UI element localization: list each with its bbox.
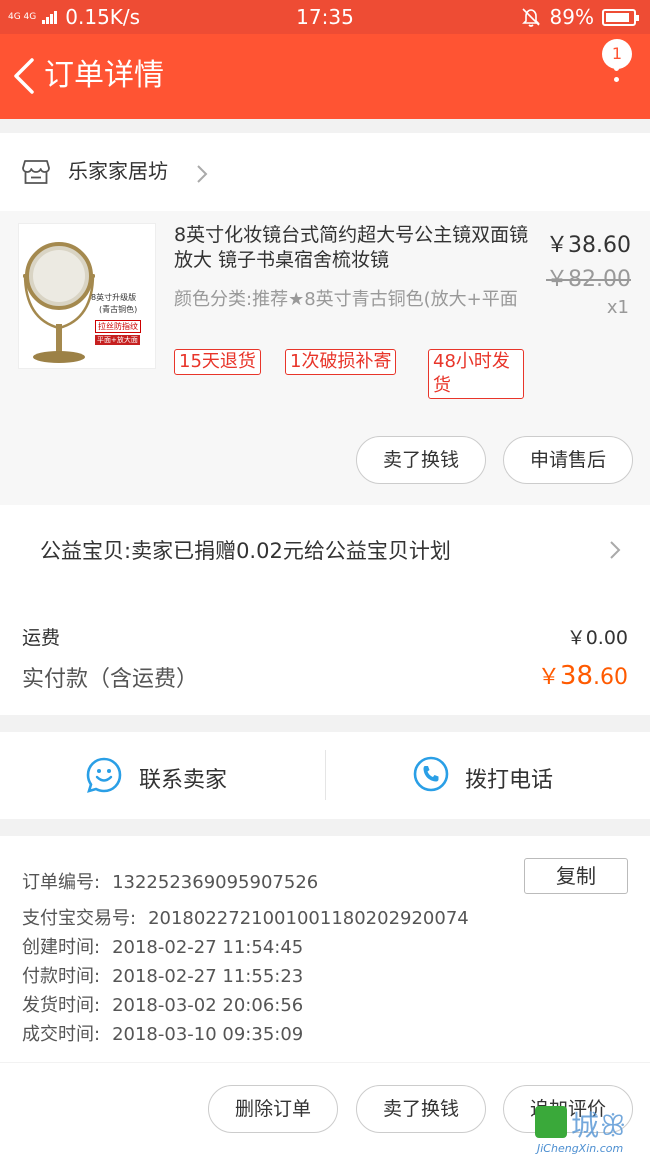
shipping-label: 运费	[22, 627, 61, 649]
paid-decimal: .60	[593, 665, 628, 690]
after-sale-button[interactable]: 申请售后	[503, 436, 633, 484]
battery-level	[606, 12, 629, 22]
service-tag-damage: 1次破损补寄	[285, 349, 397, 375]
charity-row[interactable]: 公益宝贝:卖家已捐赠0.02元给公益宝贝计划	[0, 505, 650, 593]
page-title: 订单详情	[44, 58, 164, 93]
image-label-2: (青古铜色)	[99, 305, 138, 314]
sell-again-button[interactable]: 卖了换钱	[356, 1085, 486, 1133]
phone-icon	[413, 756, 449, 792]
order-info-section: 订单编号: 1322523690959075­26 复制 支付宝交易号: 20180…	[0, 836, 650, 1062]
chevron-right-icon	[610, 541, 621, 559]
product-item[interactable]: 8英寸升级版 (青古铜色) 拉丝防指纹 平面+放大面 8英寸化妆镜台式简约超大号…	[0, 211, 650, 505]
created-time-label: 创建时间:	[22, 937, 101, 958]
totals-section: 运费 ￥0.00 实付款（含运费） ￥38.60	[0, 593, 650, 715]
completed-time-label: 成交时间:	[22, 1024, 101, 1045]
order-number-row: 订单编号: 1322523690959075­26	[22, 868, 318, 894]
contact-seller-label: 联系卖家	[139, 768, 228, 793]
shipped-time-row: 发货时间: 2018-03-02 20:06:56	[22, 991, 303, 1017]
service-tag-return: 15天退货	[174, 349, 261, 375]
call-phone-button[interactable]: 拨打电话	[325, 750, 650, 800]
alipay-number-label: 支付宝交易号:	[22, 908, 137, 929]
paid-amount: ￥38.60	[538, 659, 628, 691]
battery-percent: 89%	[549, 5, 594, 29]
mirror-image-icon	[23, 242, 95, 363]
paid-label: 实付款（含运费）	[22, 667, 199, 692]
shop-row[interactable]: 乐家家居坊	[0, 133, 650, 211]
sell-button[interactable]: 卖了换钱	[356, 436, 486, 484]
paid-integer: 38	[559, 661, 593, 691]
alipay-number-value: 20180227210010011802029200­74	[148, 908, 469, 929]
copy-button[interactable]: 复制	[524, 858, 628, 894]
shop-name[interactable]: 乐家家居坊	[68, 157, 168, 185]
shipped-time-value: 2018-03-02 20:06:56	[112, 995, 304, 1016]
completed-time-value: 2018-03-10 09:35:09	[112, 1024, 304, 1045]
image-label-3: 拉丝防指纹	[95, 320, 141, 333]
product-image[interactable]: 8英寸升级版 (青古铜色) 拉丝防指纹 平面+放大面	[18, 223, 156, 369]
paid-currency: ￥	[537, 665, 560, 690]
status-bar: 4G 4G 0.15K/s 17:35 89%	[0, 0, 650, 34]
chat-smile-icon	[86, 757, 122, 793]
product-quantity: x1	[606, 297, 629, 318]
paid-time-label: 付款时间:	[22, 966, 101, 987]
image-label-4: 平面+放大面	[95, 335, 140, 345]
paid-time-row: 付款时间: 2018-02-27 11:55:23	[22, 962, 303, 988]
watermark-icon	[535, 1106, 567, 1138]
paid-time-value: 2018-02-27 11:55:23	[112, 966, 304, 987]
image-label-1: 8英寸升级版	[91, 293, 137, 302]
alipay-number-row: 支付宝交易号: 20180227210010011802029200­74	[22, 904, 469, 930]
shipping-value: ￥0.00	[566, 627, 628, 649]
completed-time-row: 成交时间: 2018-03-10 09:35:09	[22, 1020, 303, 1046]
back-arrow-icon[interactable]	[6, 54, 46, 98]
nav-bar: 订单详情 1	[0, 34, 650, 119]
product-price: ￥38.60	[546, 233, 631, 258]
call-phone-label: 拨打电话	[465, 768, 554, 793]
watermark-text: 城ꕥ	[571, 1109, 627, 1142]
battery-icon	[602, 8, 639, 26]
product-title[interactable]: 8英寸化妆镜台式简约超大号公主镜双面镜放大 镜子书桌宿舍梳妆镜	[174, 223, 540, 273]
store-icon	[22, 160, 50, 184]
product-sku: 颜色分类:推荐★8英寸青古铜色(放大+平面	[174, 289, 518, 310]
created-time-row: 创建时间: 2018-02-27 11:54:45	[22, 933, 303, 959]
created-time-value: 2018-02-27 11:54:45	[112, 937, 304, 958]
shipped-time-label: 发货时间:	[22, 995, 101, 1016]
delete-order-button[interactable]: 删除订单	[208, 1085, 338, 1133]
watermark-url: JiChengXin.com	[537, 1142, 624, 1155]
contact-seller-button[interactable]: 联系卖家	[0, 732, 325, 819]
service-tag-shipping: 48小时发货	[428, 349, 524, 399]
order-number-label: 订单编号:	[22, 872, 101, 893]
contact-bar: 联系卖家 拨打电话	[0, 732, 650, 819]
mute-bell-icon	[521, 8, 540, 27]
charity-text: 公益宝贝:卖家已捐赠0.02元给公益宝贝计划	[40, 539, 451, 563]
notification-badge[interactable]: 1	[602, 39, 632, 69]
status-right: 89%	[520, 5, 639, 29]
chevron-right-icon	[197, 165, 208, 183]
original-price: ￥82.00	[546, 267, 631, 292]
order-number-value: 1322523690959075­26	[112, 872, 319, 893]
watermark-logo: 城ꕥ JiChengXin.com	[533, 1104, 650, 1155]
